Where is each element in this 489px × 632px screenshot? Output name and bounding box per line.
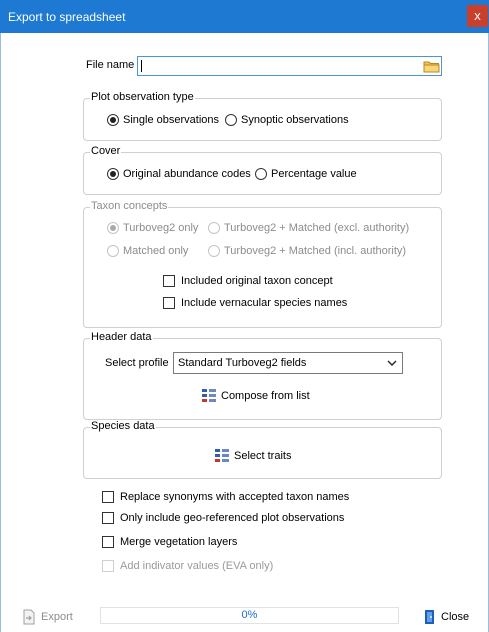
checkbox-label: Replace synonyms with accepted taxon nam… bbox=[120, 491, 350, 503]
file-name-field[interactable] bbox=[137, 56, 442, 76]
export-icon bbox=[23, 609, 35, 625]
radio-single-observations[interactable]: Single observations bbox=[107, 114, 219, 126]
checkbox-label: Only include geo-referenced plot observa… bbox=[120, 512, 345, 524]
door-exit-icon bbox=[425, 610, 434, 624]
progress-bar: 0% bbox=[100, 607, 399, 624]
chevron-down-icon bbox=[386, 356, 398, 373]
title-bar: Export to spreadsheet x bbox=[0, 0, 489, 33]
group-title: Header data bbox=[90, 331, 153, 343]
checkbox-merge-vegetation-layers[interactable]: Merge vegetation layers bbox=[102, 536, 237, 548]
checkbox-add-indicator-values[interactable]: Add indivator values (EVA only) bbox=[102, 560, 273, 572]
select-traits-button[interactable]: Select traits bbox=[214, 448, 291, 464]
profile-select[interactable]: Standard Turboveg2 fields bbox=[173, 352, 403, 374]
radio-turboveg2-matched-incl[interactable]: Turboveg2 + Matched (incl. authority) bbox=[208, 245, 406, 257]
file-name-input[interactable] bbox=[138, 57, 418, 75]
checkbox-indicator bbox=[163, 275, 175, 287]
group-title: Species data bbox=[90, 420, 156, 432]
checkbox-included-original-taxon-concept[interactable]: Included original taxon concept bbox=[163, 275, 333, 287]
checkbox-geo-referenced-only[interactable]: Only include geo-referenced plot observa… bbox=[102, 512, 344, 524]
export-label: Export bbox=[41, 611, 73, 623]
radio-indicator bbox=[225, 114, 237, 126]
checkbox-label: Merge vegetation layers bbox=[120, 536, 238, 548]
radio-indicator bbox=[208, 222, 220, 234]
radio-synoptic-observations[interactable]: Synoptic observations bbox=[225, 114, 349, 126]
checkbox-label: Included original taxon concept bbox=[181, 275, 333, 287]
export-button[interactable]: Export bbox=[21, 609, 73, 625]
header-data-group: Header data bbox=[83, 331, 442, 420]
radio-matched-only[interactable]: Matched only bbox=[107, 245, 188, 257]
group-title: Taxon concepts bbox=[90, 200, 169, 212]
compose-from-list-button[interactable]: Compose from list bbox=[201, 388, 310, 404]
group-title: Cover bbox=[90, 145, 122, 157]
radio-label: Synoptic observations bbox=[241, 114, 349, 126]
list-icon bbox=[202, 389, 216, 402]
checkbox-indicator bbox=[102, 560, 114, 572]
radio-label: Matched only bbox=[123, 245, 189, 257]
select-traits-label: Select traits bbox=[234, 450, 292, 462]
radio-indicator bbox=[208, 245, 220, 257]
checkbox-label: Include vernacular species names bbox=[181, 297, 348, 309]
checkbox-indicator bbox=[163, 297, 175, 309]
checkbox-indicator bbox=[102, 536, 114, 548]
radio-label: Original abundance codes bbox=[123, 168, 251, 180]
radio-label: Turboveg2 + Matched (incl. authority) bbox=[224, 245, 407, 257]
window-close-button[interactable]: x bbox=[467, 5, 488, 27]
compose-from-list-label: Compose from list bbox=[221, 390, 310, 402]
checkbox-indicator bbox=[102, 512, 114, 524]
folder-icon[interactable] bbox=[423, 58, 440, 74]
select-profile-label: Select profile bbox=[105, 357, 169, 369]
text-caret bbox=[141, 60, 142, 72]
radio-original-abundance-codes[interactable]: Original abundance codes bbox=[107, 168, 251, 180]
group-title: Plot observation type bbox=[90, 91, 195, 103]
radio-indicator bbox=[107, 245, 119, 257]
radio-indicator bbox=[255, 168, 267, 180]
radio-percentage-value[interactable]: Percentage value bbox=[255, 168, 357, 180]
close-button[interactable]: Close bbox=[423, 609, 469, 625]
close-label: Close bbox=[441, 611, 470, 623]
radio-indicator bbox=[107, 114, 119, 126]
checkbox-indicator bbox=[102, 491, 114, 503]
checkbox-include-vernacular-names[interactable]: Include vernacular species names bbox=[163, 297, 347, 309]
window-title: Export to spreadsheet bbox=[8, 10, 126, 24]
radio-indicator bbox=[107, 168, 119, 180]
radio-turboveg2-only[interactable]: Turboveg2 only bbox=[107, 222, 198, 234]
checkbox-label: Add indivator values (EVA only) bbox=[120, 560, 274, 572]
progress-text: 0% bbox=[241, 609, 258, 621]
file-name-label: File name bbox=[86, 59, 135, 71]
radio-turboveg2-matched-excl[interactable]: Turboveg2 + Matched (excl. authority) bbox=[208, 222, 409, 234]
checkbox-replace-synonyms[interactable]: Replace synonyms with accepted taxon nam… bbox=[102, 491, 349, 503]
radio-indicator bbox=[107, 222, 119, 234]
radio-label: Single observations bbox=[123, 114, 220, 126]
radio-label: Percentage value bbox=[271, 168, 357, 180]
radio-label: Turboveg2 + Matched (excl. authority) bbox=[224, 222, 410, 234]
radio-label: Turboveg2 only bbox=[123, 222, 199, 234]
list-icon bbox=[215, 449, 229, 462]
profile-select-value: Standard Turboveg2 fields bbox=[178, 357, 307, 369]
